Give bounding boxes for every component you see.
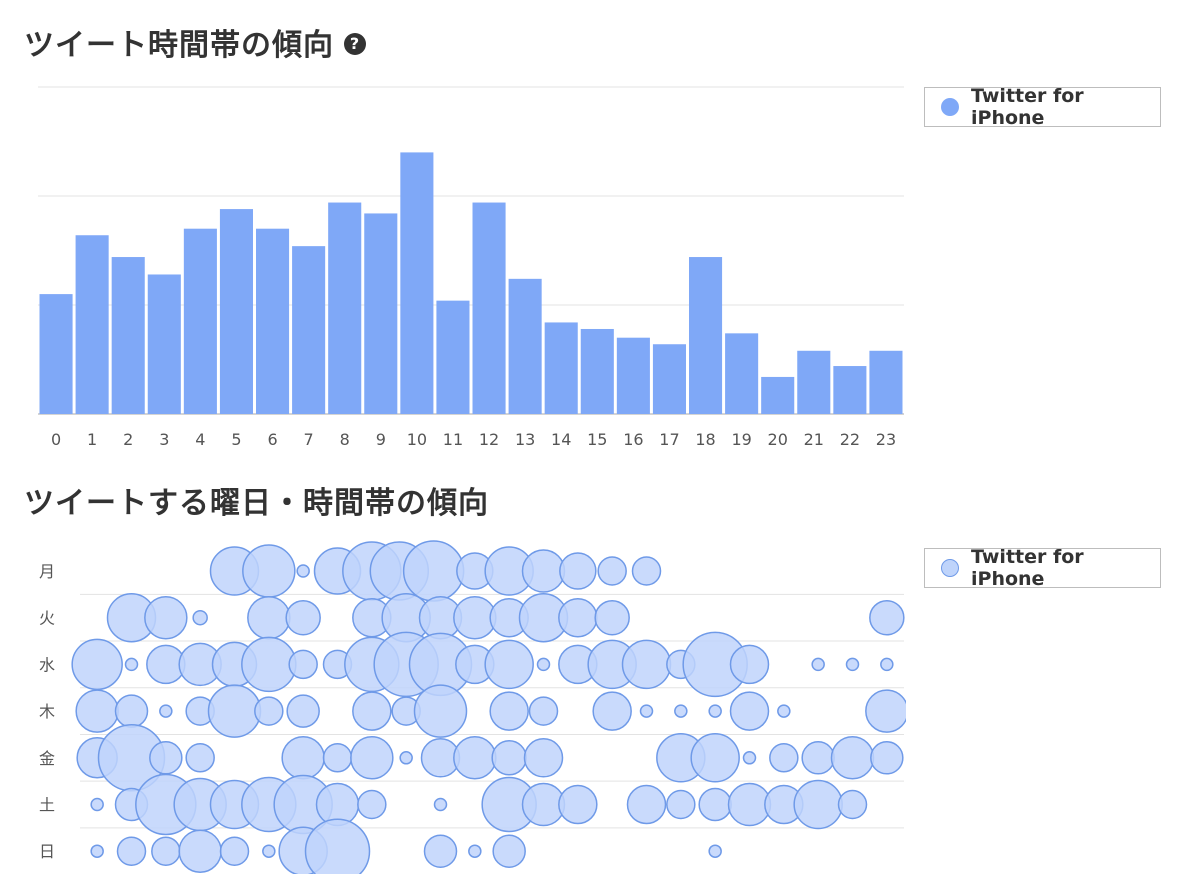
bubble-point [281, 736, 325, 780]
bubble-point [322, 743, 353, 773]
bubble-point [247, 595, 291, 640]
bubble-point [559, 552, 597, 590]
bubble-point [304, 818, 371, 874]
bubble-point [491, 740, 527, 776]
bubble-point [698, 787, 732, 822]
bubble-point [350, 736, 394, 780]
legend-swatch-icon [941, 98, 959, 116]
y-tick-label: 金 [39, 749, 55, 768]
bubble-point [837, 789, 868, 820]
bubble-point [597, 556, 627, 586]
bubble-point [433, 797, 448, 812]
bubble-point [288, 649, 318, 680]
bubble-point [357, 789, 387, 820]
bubble-point [352, 691, 392, 731]
bubble-point [423, 834, 458, 868]
bubble-point [71, 638, 123, 691]
bubble-point [185, 743, 215, 773]
bubble-point [592, 691, 632, 731]
bubble-point [254, 696, 284, 726]
bubble-point [769, 743, 799, 773]
bubble-point [90, 797, 104, 812]
bubble-point [241, 636, 297, 693]
y-tick-label: 月 [39, 562, 55, 581]
bubble-point [484, 639, 534, 690]
bubble-point [296, 564, 310, 578]
legend-label: Twitter for iPhone [971, 546, 1084, 590]
bubble-point [845, 657, 860, 672]
bubble-point [869, 599, 905, 636]
legend-swatch-icon [941, 559, 959, 577]
bubble-point [621, 639, 672, 690]
bubble-point [801, 741, 835, 775]
weekday-hour-chart-legend[interactable]: Twitter for iPhone [924, 546, 1161, 590]
bubble-point [75, 689, 119, 733]
bubble-point [536, 657, 551, 672]
bubble-point [453, 736, 497, 780]
bubble-point [870, 741, 904, 775]
y-tick-label: 土 [39, 796, 55, 815]
bubble-point [151, 836, 181, 866]
bubble-point [468, 844, 482, 858]
bubble-point [523, 738, 564, 778]
hourly-chart-legend[interactable]: Twitter for iPhone [924, 85, 1161, 129]
bubble-point [626, 784, 667, 825]
y-tick-label: 水 [39, 655, 55, 674]
bubble-point [777, 704, 791, 718]
bubble-point [219, 836, 250, 866]
bubble-point [729, 691, 770, 731]
bubble-point [690, 733, 740, 783]
bubble-point [793, 779, 843, 830]
bubble-point [674, 704, 688, 718]
bubble-point [286, 694, 320, 728]
bubble-point [830, 736, 875, 780]
bubble-point [492, 834, 526, 868]
bubble-point [124, 657, 139, 672]
bubble-point [192, 609, 208, 626]
bubble-point [865, 689, 906, 733]
bubble-point [558, 784, 598, 825]
bubble-point [708, 844, 722, 858]
bubble-point [558, 597, 598, 638]
weekday-hour-bubble-chart: 月火水木金土日 [39, 540, 906, 874]
bubble-point [639, 704, 654, 718]
y-tick-label: 日 [39, 842, 55, 861]
bubble-point [242, 544, 296, 598]
bubble-point [708, 704, 722, 718]
bubble-point [528, 696, 559, 726]
bubble-point [742, 751, 757, 765]
bubble-point [521, 549, 566, 593]
bubble-point [114, 694, 149, 728]
bubble-point [729, 644, 770, 685]
bubble-point [207, 684, 262, 738]
bubble-point [631, 556, 662, 586]
y-tick-label: 木 [39, 702, 55, 721]
bubble-point [413, 684, 468, 738]
bubble-point [149, 741, 183, 775]
bubble-point [285, 599, 321, 636]
bubble-point [90, 844, 104, 858]
bubble-point [489, 691, 529, 731]
bubble-point [144, 595, 188, 640]
bubble-point [811, 657, 825, 672]
bubble-point [178, 829, 222, 873]
bubble-point [594, 599, 630, 636]
bubble-point [880, 657, 894, 672]
y-tick-label: 火 [39, 609, 55, 628]
legend-label: Twitter for iPhone [971, 85, 1084, 129]
bubble-point [666, 789, 696, 820]
bubble-point [402, 540, 465, 602]
bubble-point [116, 836, 147, 866]
bubble-point [399, 751, 413, 765]
bubble-point [159, 704, 173, 718]
bubble-point [262, 844, 276, 858]
